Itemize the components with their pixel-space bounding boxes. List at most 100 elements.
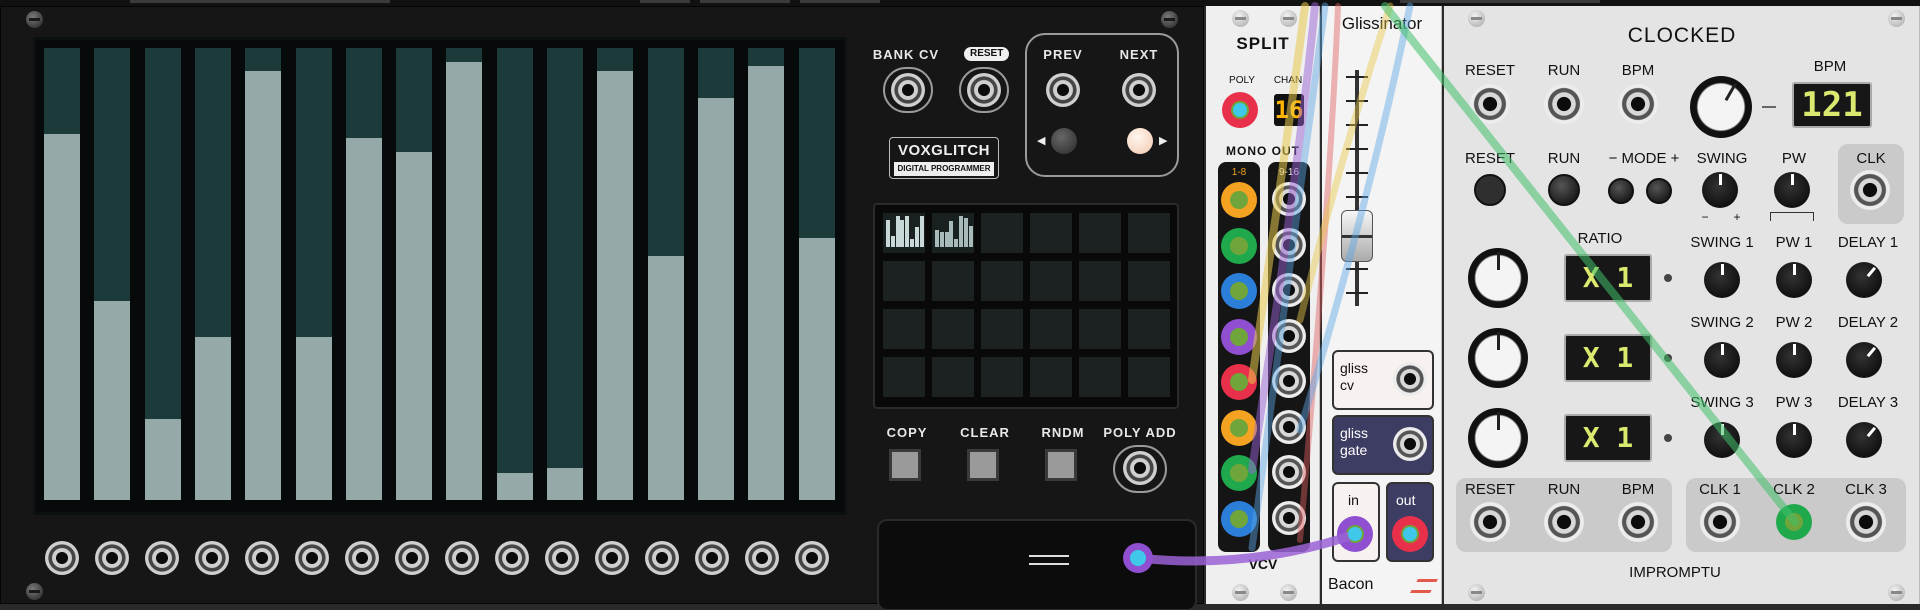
sequencer-slider[interactable] [547, 48, 583, 500]
next-jack[interactable] [1122, 73, 1156, 107]
mono-out-jack[interactable] [1221, 318, 1257, 355]
slider-output-jack[interactable] [395, 541, 429, 575]
memory-slot[interactable] [981, 357, 1023, 397]
swing-knob[interactable] [1702, 172, 1738, 208]
memory-slot[interactable] [1030, 261, 1072, 301]
gliss-in-jack[interactable] [1337, 516, 1373, 552]
swing-sub-knob[interactable] [1704, 342, 1740, 378]
gliss-out-jack[interactable] [1392, 516, 1428, 552]
slider-output-jack[interactable] [695, 541, 729, 575]
run-button[interactable] [1548, 174, 1580, 206]
swing-sub-knob[interactable] [1704, 422, 1740, 458]
memory-slot[interactable] [932, 261, 974, 301]
run-input-jack[interactable] [1544, 84, 1584, 124]
mono-out-jack[interactable] [1272, 273, 1306, 307]
memory-slot[interactable] [1128, 357, 1170, 397]
poly-input-jack[interactable] [1222, 92, 1258, 128]
sequencer-slider-display[interactable] [33, 37, 847, 515]
gliss-gate-jack[interactable] [1393, 427, 1427, 461]
memory-slot[interactable] [932, 309, 974, 349]
sequencer-slider[interactable] [295, 48, 332, 500]
clk3-output-jack[interactable] [1846, 502, 1886, 542]
prev-jack[interactable] [1046, 73, 1080, 107]
clk1-output-jack[interactable] [1700, 502, 1740, 542]
swing-sub-knob[interactable] [1704, 262, 1740, 298]
mono-out-jack[interactable] [1221, 409, 1257, 446]
prev-button[interactable] [1051, 128, 1077, 154]
master-bpm-knob[interactable] [1690, 76, 1752, 138]
mono-out-jack[interactable] [1221, 455, 1257, 491]
pw-sub-knob[interactable] [1776, 342, 1812, 378]
clk-output-jack[interactable] [1850, 170, 1890, 210]
sequencer-slider[interactable] [748, 48, 785, 500]
sequencer-slider[interactable] [697, 48, 734, 500]
ratio-knob[interactable] [1468, 248, 1528, 308]
memory-slot[interactable] [1030, 357, 1072, 397]
bpm-output-jack[interactable] [1618, 502, 1658, 542]
slider-output-jack[interactable] [445, 541, 479, 575]
memory-bank-grid[interactable] [873, 203, 1179, 409]
pw-sub-knob[interactable] [1776, 262, 1812, 298]
copy-button[interactable] [889, 449, 921, 481]
slider-output-jack[interactable] [195, 541, 229, 575]
slider-output-jack[interactable] [245, 541, 279, 575]
sequencer-slider[interactable] [144, 48, 181, 500]
mono-out-jack[interactable] [1272, 455, 1306, 489]
mono-out-jack[interactable] [1272, 227, 1306, 262]
slider-output-jack[interactable] [645, 541, 679, 575]
memory-slot[interactable] [1128, 261, 1170, 301]
mono-out-jack[interactable] [1272, 318, 1306, 353]
memory-slot[interactable] [883, 261, 925, 301]
reset-jack[interactable] [967, 73, 1001, 107]
slider-output-jack[interactable] [95, 541, 129, 575]
gliss-cv-jack[interactable] [1393, 362, 1427, 396]
memory-slot[interactable] [883, 357, 925, 397]
memory-slot[interactable] [1128, 309, 1170, 349]
delay-knob[interactable] [1846, 422, 1882, 458]
memory-slot[interactable] [1030, 213, 1072, 253]
memory-slot[interactable] [981, 261, 1023, 301]
mono-out-jack[interactable] [1272, 182, 1306, 216]
sequencer-slider[interactable] [245, 48, 282, 500]
slider-output-jack[interactable] [295, 541, 329, 575]
mono-out-jack[interactable] [1272, 500, 1306, 535]
slider-output-jack[interactable] [145, 541, 179, 575]
reset-input-jack[interactable] [1470, 84, 1510, 124]
mode-minus-button[interactable] [1608, 178, 1634, 204]
sequencer-slider[interactable] [597, 48, 634, 500]
memory-slot[interactable] [1128, 213, 1170, 253]
slider-output-jack[interactable] [495, 541, 529, 575]
sequencer-slider[interactable] [496, 48, 533, 500]
sequencer-slider[interactable] [94, 48, 131, 500]
slider-output-jack[interactable] [545, 541, 579, 575]
memory-slot[interactable] [932, 357, 974, 397]
mono-out-jack[interactable] [1221, 500, 1257, 537]
rndm-button[interactable] [1045, 449, 1077, 481]
clk2-output-jack[interactable] [1776, 504, 1812, 540]
memory-slot[interactable] [883, 213, 925, 253]
bank-cv-jack[interactable] [891, 73, 925, 107]
memory-slot[interactable] [932, 213, 974, 253]
run-output-jack[interactable] [1544, 502, 1584, 542]
poly-add-jack[interactable] [1123, 451, 1157, 485]
mono-out-jack[interactable] [1221, 364, 1257, 400]
memory-slot[interactable] [1079, 261, 1121, 301]
memory-slot[interactable] [883, 309, 925, 349]
memory-slot[interactable] [981, 213, 1023, 253]
clear-button[interactable] [967, 449, 999, 481]
delay-knob[interactable] [1846, 262, 1882, 298]
memory-slot[interactable] [1079, 213, 1121, 253]
sequencer-slider[interactable] [345, 48, 382, 500]
sequencer-slider[interactable] [798, 48, 835, 500]
delay-knob[interactable] [1846, 342, 1882, 378]
mono-out-jack[interactable] [1221, 227, 1257, 264]
slider-output-jack[interactable] [45, 541, 79, 575]
sequencer-slider[interactable] [396, 48, 433, 500]
mono-out-jack[interactable] [1221, 182, 1257, 218]
mono-out-jack[interactable] [1272, 409, 1306, 444]
sequencer-slider[interactable] [44, 48, 80, 500]
reset-button[interactable] [1474, 174, 1506, 206]
sequencer-slider[interactable] [194, 48, 231, 500]
pw-knob[interactable] [1774, 172, 1810, 208]
memory-slot[interactable] [981, 309, 1023, 349]
